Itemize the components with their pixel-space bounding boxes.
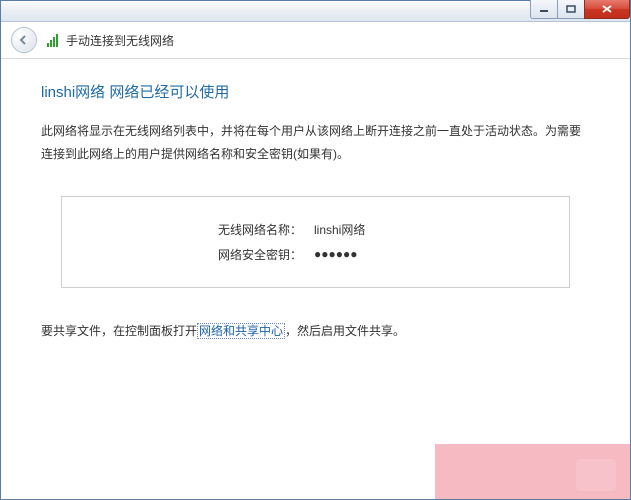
maximize-icon [566, 5, 576, 13]
key-value: ●●●●●● [314, 247, 358, 261]
titlebar [1, 1, 630, 22]
back-arrow-icon [18, 34, 30, 46]
window-controls [531, 0, 630, 20]
ssid-value: linshi网络 [314, 221, 365, 238]
description-text: 此网络将显示在无线网络列表中，并将在每个用户从该网络上断开连接之前一直处于活动状… [41, 120, 590, 166]
watermark-overlay [435, 444, 630, 499]
share-prefix: 要共享文件，在控制面板打开 [41, 324, 197, 338]
ssid-label: 无线网络名称： [62, 221, 314, 238]
wifi-signal-icon [47, 33, 58, 47]
close-icon [601, 4, 613, 14]
ssid-row: 无线网络名称： linshi网络 [62, 217, 569, 242]
share-suffix: ，然后启用文件共享。 [285, 324, 405, 338]
wizard-window: 手动连接到无线网络 linshi网络 网络已经可以使用 此网络将显示在无线网络列… [0, 0, 631, 500]
page-heading: linshi网络 网络已经可以使用 [41, 81, 590, 102]
minimize-icon [539, 5, 549, 13]
network-info-box: 无线网络名称： linshi网络 网络安全密钥： ●●●●●● [61, 196, 570, 288]
header-row: 手动连接到无线网络 [1, 22, 630, 59]
maximize-button[interactable] [557, 0, 585, 19]
back-button[interactable] [11, 27, 37, 53]
share-instruction: 要共享文件，在控制面板打开网络和共享中心，然后启用文件共享。 [41, 322, 590, 339]
content-area: linshi网络 网络已经可以使用 此网络将显示在无线网络列表中，并将在每个用户… [1, 59, 630, 339]
window-title: 手动连接到无线网络 [66, 32, 174, 49]
minimize-button[interactable] [530, 0, 558, 19]
network-sharing-center-link[interactable]: 网络和共享中心 [197, 323, 285, 339]
close-button[interactable] [584, 0, 630, 19]
key-row: 网络安全密钥： ●●●●●● [62, 242, 569, 267]
key-label: 网络安全密钥： [62, 246, 314, 263]
